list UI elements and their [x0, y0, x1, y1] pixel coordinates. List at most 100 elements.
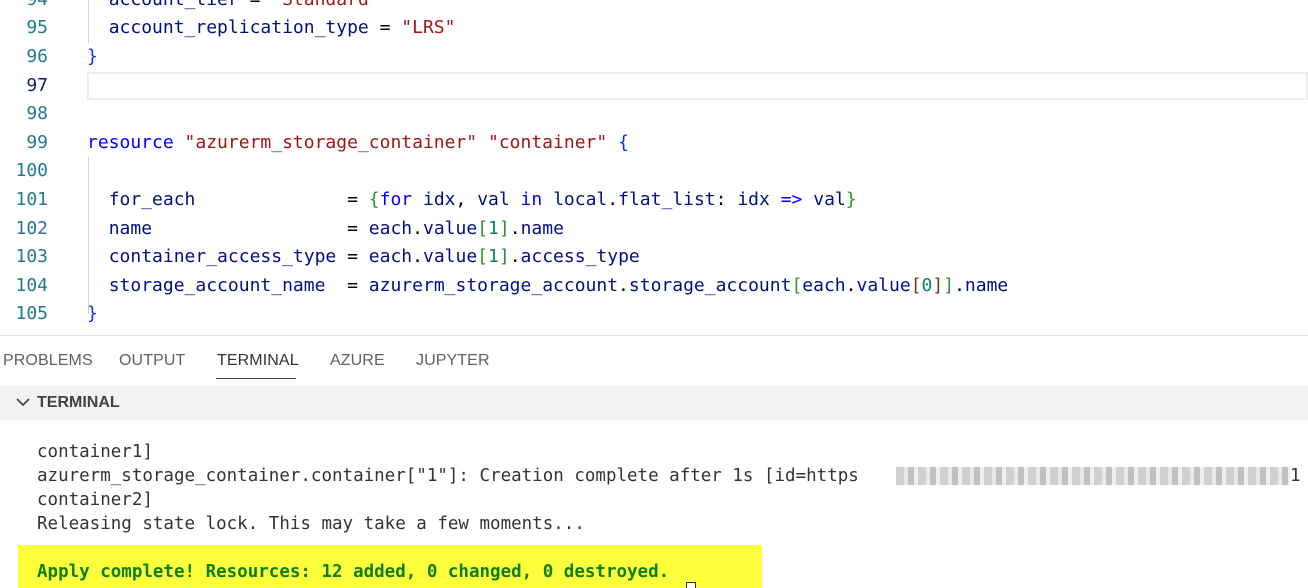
active-tab-indicator	[216, 378, 296, 379]
terminal-section-header[interactable]: TERMINAL	[0, 386, 1308, 420]
code-token: ]	[932, 274, 944, 296]
terminal-line: azurerm_storage_container.container["1"]…	[37, 466, 859, 486]
code-token: resource	[87, 131, 174, 153]
code-token: for	[379, 188, 413, 210]
code-token: [	[791, 274, 803, 296]
tab-jupyter[interactable]: JUPYTER	[416, 352, 490, 370]
terminal-line-tail: 1	[1290, 466, 1301, 486]
code-line[interactable]: 94 account_tier = "Standard"	[0, 0, 1308, 14]
code-token: azurerm_storage_account	[368, 274, 619, 296]
line-number: 103	[15, 246, 48, 268]
code-line[interactable]: 99 resource "azurerm_storage_container" "…	[0, 129, 1308, 158]
code-token: [	[910, 274, 922, 296]
code-text: resource "azurerm_storage_container" "co…	[87, 129, 629, 158]
chevron-down-icon[interactable]	[14, 393, 32, 411]
code-token: =	[239, 0, 272, 10]
code-token: [	[477, 246, 489, 268]
code-token: =	[325, 274, 369, 296]
code-token: each	[802, 274, 846, 296]
code-line[interactable]: 103 container_access_type = each.value[1…	[0, 243, 1308, 272]
code-token: "azurerm_storage_container"	[184, 131, 478, 153]
code-token: =>	[780, 188, 803, 210]
code-text: container_access_type = each.value[1].ac…	[87, 243, 640, 272]
code-line[interactable]: 100	[0, 157, 1308, 186]
code-token: ]	[943, 274, 955, 296]
panel-divider	[0, 335, 1308, 336]
code-line[interactable]: 101 for_each = {for idx, val in local.fl…	[0, 186, 1308, 215]
code-token: =	[152, 217, 369, 239]
line-number: 95	[26, 17, 48, 39]
code-token: }	[87, 303, 98, 325]
code-text: account_tier = "Standard"	[87, 0, 380, 14]
code-token: ]	[498, 246, 510, 268]
code-token: 1	[488, 217, 499, 239]
code-text: name = each.value[1].name	[87, 215, 564, 244]
code-token: "container"	[488, 131, 608, 153]
apply-complete-message: Apply complete! Resources: 12 added, 0 c…	[37, 562, 670, 582]
section-title: TERMINAL	[37, 394, 120, 411]
tab-problems[interactable]: PROBLEMS	[3, 352, 93, 370]
line-number: 105	[15, 303, 48, 325]
code-token: value	[856, 274, 911, 296]
line-number: 94	[0, 0, 48, 14]
mouse-cursor	[686, 582, 696, 588]
code-line[interactable]: 104 storage_account_name = azurerm_stora…	[0, 272, 1308, 301]
tab-output[interactable]: OUTPUT	[119, 352, 185, 370]
code-token: local	[553, 188, 608, 210]
tab-terminal[interactable]: TERMINAL	[217, 352, 299, 370]
code-token: access_type	[520, 246, 640, 268]
code-line[interactable]: 98	[0, 100, 1308, 129]
code-token: container_access_type	[108, 246, 337, 268]
code-token: each	[368, 217, 413, 239]
code-token: account_replication_type	[108, 17, 369, 39]
code-token: .	[412, 246, 423, 268]
code-token: value	[423, 217, 478, 239]
code-editor[interactable]: 94 account_tier = "Standard"95 account_r…	[0, 0, 1308, 335]
code-text: }	[87, 43, 98, 72]
code-token: "LRS"	[401, 17, 456, 39]
code-token: idx	[737, 188, 770, 210]
terminal-line: container2]	[37, 490, 153, 510]
code-line[interactable]: 96}	[0, 43, 1308, 72]
code-line[interactable]: 105}	[0, 300, 1308, 329]
line-number: 100	[15, 160, 48, 182]
line-number: 96	[26, 45, 48, 67]
code-line[interactable]: 97	[0, 72, 1308, 101]
code-token: account_tier	[109, 0, 239, 10]
code-token: =	[336, 246, 369, 268]
line-number: 104	[15, 274, 48, 296]
code-token: storage_account_name	[108, 274, 326, 296]
code-token: .	[845, 274, 857, 296]
code-token: .	[954, 274, 965, 296]
line-number: 101	[15, 188, 48, 210]
code-token: value	[422, 246, 478, 268]
terminal-line: container1]	[37, 442, 153, 462]
code-token: .	[509, 246, 521, 268]
tab-azure[interactable]: AZURE	[330, 352, 385, 370]
code-token: 0	[921, 274, 933, 296]
code-text: }	[87, 300, 98, 329]
code-token: .	[509, 217, 521, 239]
line-number: 98	[26, 103, 48, 125]
code-token: :	[715, 188, 738, 210]
code-line[interactable]: 95 account_replication_type = "LRS"	[0, 14, 1308, 43]
line-number: 99	[26, 131, 48, 153]
code-token: ,	[455, 188, 478, 210]
code-token: in	[520, 188, 543, 210]
code-token: name	[108, 217, 153, 239]
code-token: 1	[488, 246, 499, 268]
code-token: }	[87, 45, 98, 67]
code-token: "Standard"	[271, 0, 379, 10]
code-line[interactable]: 102 name = each.value[1].name	[0, 215, 1308, 244]
